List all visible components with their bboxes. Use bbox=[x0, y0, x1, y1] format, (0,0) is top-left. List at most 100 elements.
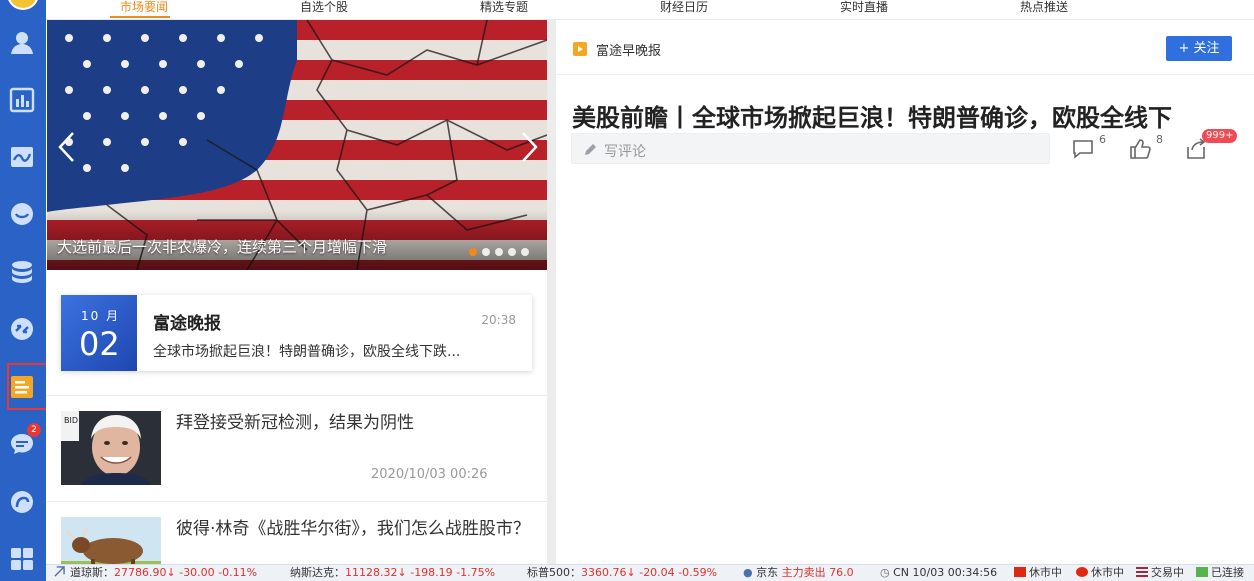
news-title: 拜登接受新冠检测，结果为阴性 bbox=[176, 413, 414, 433]
cn-state-text: 休市中 bbox=[1029, 566, 1062, 579]
nasdaq-ticker[interactable]: 纳斯达克：11128.32↓ -198.19 -1.75% bbox=[290, 565, 495, 581]
follow-button[interactable]: + 关注 bbox=[1166, 36, 1232, 61]
dow-label: 道琼斯： bbox=[70, 566, 114, 579]
swap-icon[interactable] bbox=[8, 315, 36, 343]
down-arrow-icon: ↓ bbox=[166, 566, 176, 579]
card-title: 富途晚报 bbox=[153, 314, 221, 334]
nasdaq-pct: -1.75% bbox=[456, 566, 496, 579]
carousel-dot[interactable] bbox=[482, 248, 490, 256]
user-icon[interactable] bbox=[8, 28, 36, 56]
article-source[interactable]: 富途早晚报 bbox=[596, 40, 661, 59]
clock-text: CN 10/03 00:34:56 bbox=[893, 566, 998, 579]
tab-hot-push[interactable]: 热点推送 bbox=[1020, 0, 1068, 20]
nasdaq-label: 纳斯达克： bbox=[290, 566, 345, 579]
article-header: 富途早晚报 + 关注 bbox=[556, 20, 1254, 75]
trend-chart-icon[interactable] bbox=[8, 143, 36, 171]
cn-flag-icon bbox=[1014, 567, 1026, 577]
coins-icon[interactable] bbox=[8, 258, 36, 286]
divider bbox=[47, 395, 547, 396]
nasdaq-value: 11128.32 bbox=[345, 566, 398, 579]
news-date: 2020/10/03 00:26 bbox=[371, 467, 488, 482]
active-tab-indicator bbox=[110, 16, 170, 18]
news-thumbnail: BID bbox=[61, 411, 161, 485]
down-arrow-icon: ↓ bbox=[397, 566, 407, 579]
us-flag-icon bbox=[1136, 567, 1148, 577]
carousel-dot[interactable] bbox=[495, 248, 503, 256]
sp500-pct: -0.59% bbox=[678, 566, 718, 579]
thumb-sign-text: BID bbox=[64, 416, 78, 425]
news-icon[interactable] bbox=[8, 373, 36, 401]
clock-icon: ◷ bbox=[880, 566, 890, 579]
like-count: 8 bbox=[1156, 133, 1163, 146]
cn-market-state[interactable]: 休市中 bbox=[1014, 565, 1062, 581]
us-market-state[interactable]: 交易中 bbox=[1136, 565, 1184, 581]
panel-scrollbar[interactable] bbox=[547, 20, 556, 564]
news-thumbnail bbox=[61, 517, 161, 564]
news-title: 彼得·林奇《战胜华尔街》，我们怎么战胜股市？ bbox=[176, 519, 530, 539]
tab-topics[interactable]: 精选专题 bbox=[480, 0, 528, 20]
status-bar: 道琼斯：27786.90↓ -30.00 -0.11% 纳斯达克：11128.3… bbox=[46, 564, 1254, 581]
news-list-panel: 大选前最后一次非农爆冷，连续第三个月增幅下滑 10 月 02 富途晚报 20:3… bbox=[46, 20, 547, 564]
face-icon[interactable] bbox=[8, 200, 36, 228]
jd-flow[interactable]: ● 京东 主力卖出 76.0 bbox=[743, 565, 854, 581]
ticker-icon bbox=[54, 565, 65, 581]
apps-grid-icon[interactable] bbox=[8, 545, 36, 573]
article-title: 美股前瞻丨全球市场掀起巨浪！特朗普确诊，欧股全线下 bbox=[572, 104, 1172, 130]
evening-report-card[interactable]: 10 月 02 富途晚报 20:38 全球市场掀起巨浪！特朗普确诊，欧股全线下跌… bbox=[61, 295, 532, 371]
card-time: 20:38 bbox=[481, 313, 516, 327]
drop-icon: ● bbox=[743, 566, 753, 579]
dow-value: 27786.90 bbox=[114, 566, 167, 579]
source-logo-icon bbox=[573, 41, 587, 56]
bar-chart-icon[interactable] bbox=[8, 86, 36, 114]
card-summary: 全球市场掀起巨浪！特朗普确诊，欧股全线下跌... bbox=[153, 344, 461, 360]
sp500-ticker[interactable]: 标普500：3360.76↓ -20.04 -0.59% bbox=[527, 565, 717, 581]
divider bbox=[47, 501, 547, 502]
news-carousel[interactable]: 大选前最后一次非农爆冷，连续第三个月增幅下滑 bbox=[47, 20, 547, 270]
share-count-badge: 999+ bbox=[1202, 129, 1238, 143]
pencil-icon bbox=[583, 142, 597, 156]
connection-text: 已连接 bbox=[1211, 566, 1244, 579]
app-logo[interactable] bbox=[0, 0, 46, 12]
comment-icon bbox=[1073, 140, 1093, 159]
carousel-dots bbox=[469, 248, 529, 256]
sp500-change: -20.04 bbox=[639, 566, 675, 579]
hk-flag-icon bbox=[1076, 567, 1088, 577]
jd-flow-value: 主力卖出 76.0 bbox=[781, 566, 854, 579]
us-state-text: 交易中 bbox=[1151, 566, 1184, 579]
calendar-day: 02 bbox=[79, 325, 120, 363]
carousel-dot[interactable] bbox=[521, 248, 529, 256]
connection-status[interactable]: 已连接 bbox=[1196, 565, 1244, 581]
carousel-caption[interactable]: 大选前最后一次非农爆冷，连续第三个月增幅下滑 bbox=[57, 236, 387, 257]
hk-market-state[interactable]: 休市中 bbox=[1076, 565, 1124, 581]
carousel-next-icon[interactable] bbox=[517, 130, 541, 164]
down-arrow-icon: ↓ bbox=[626, 566, 636, 579]
tab-calendar[interactable]: 财经日历 bbox=[660, 0, 708, 20]
jd-label: 京东 bbox=[756, 566, 779, 579]
list-item[interactable]: 彼得·林奇《战胜华尔街》，我们怎么战胜股市？ bbox=[61, 517, 541, 564]
nn-logo-icon[interactable] bbox=[8, 488, 36, 516]
calendar-month: 10 月 bbox=[81, 309, 121, 323]
chat-unread-badge: 2 bbox=[27, 423, 41, 437]
clock: ◷ CN 10/03 00:34:56 bbox=[880, 565, 997, 581]
carousel-dot[interactable] bbox=[508, 248, 516, 256]
calendar-badge: 10 月 02 bbox=[61, 295, 137, 371]
sp500-value: 3360.76 bbox=[581, 566, 627, 579]
app-window: 2 市场要闻 自选个股 精选专题 财经日历 实时直播 热点推送 大选前最后一次非… bbox=[0, 0, 1254, 581]
top-nav: 市场要闻 自选个股 精选专题 财经日历 实时直播 热点推送 bbox=[46, 0, 1254, 20]
carousel-dot[interactable] bbox=[469, 248, 477, 256]
dow-change: -30.00 bbox=[179, 566, 215, 579]
hk-state-text: 休市中 bbox=[1091, 566, 1124, 579]
sp500-label: 标普500： bbox=[527, 566, 581, 579]
tab-live[interactable]: 实时直播 bbox=[840, 0, 888, 20]
comment-placeholder: 写评论 bbox=[604, 144, 646, 160]
dow-pct: -0.11% bbox=[218, 566, 258, 579]
tab-watchlist[interactable]: 自选个股 bbox=[300, 0, 348, 20]
left-sidebar: 2 bbox=[0, 0, 46, 581]
carousel-prev-icon[interactable] bbox=[55, 130, 79, 164]
dow-ticker[interactable]: 道琼斯：27786.90↓ -30.00 -0.11% bbox=[70, 565, 257, 581]
comment-input[interactable]: 写评论 bbox=[571, 133, 1050, 164]
thumbs-up-icon bbox=[1130, 139, 1151, 159]
list-item[interactable]: BID 拜登接受新冠检测，结果为阴性 2020/10/03 00:26 bbox=[61, 411, 541, 501]
signal-icon bbox=[1196, 567, 1208, 577]
article-panel: 富途早晚报 + 关注 美股前瞻丨全球市场掀起巨浪！特朗普确诊，欧股全线下 写评论… bbox=[556, 20, 1254, 564]
